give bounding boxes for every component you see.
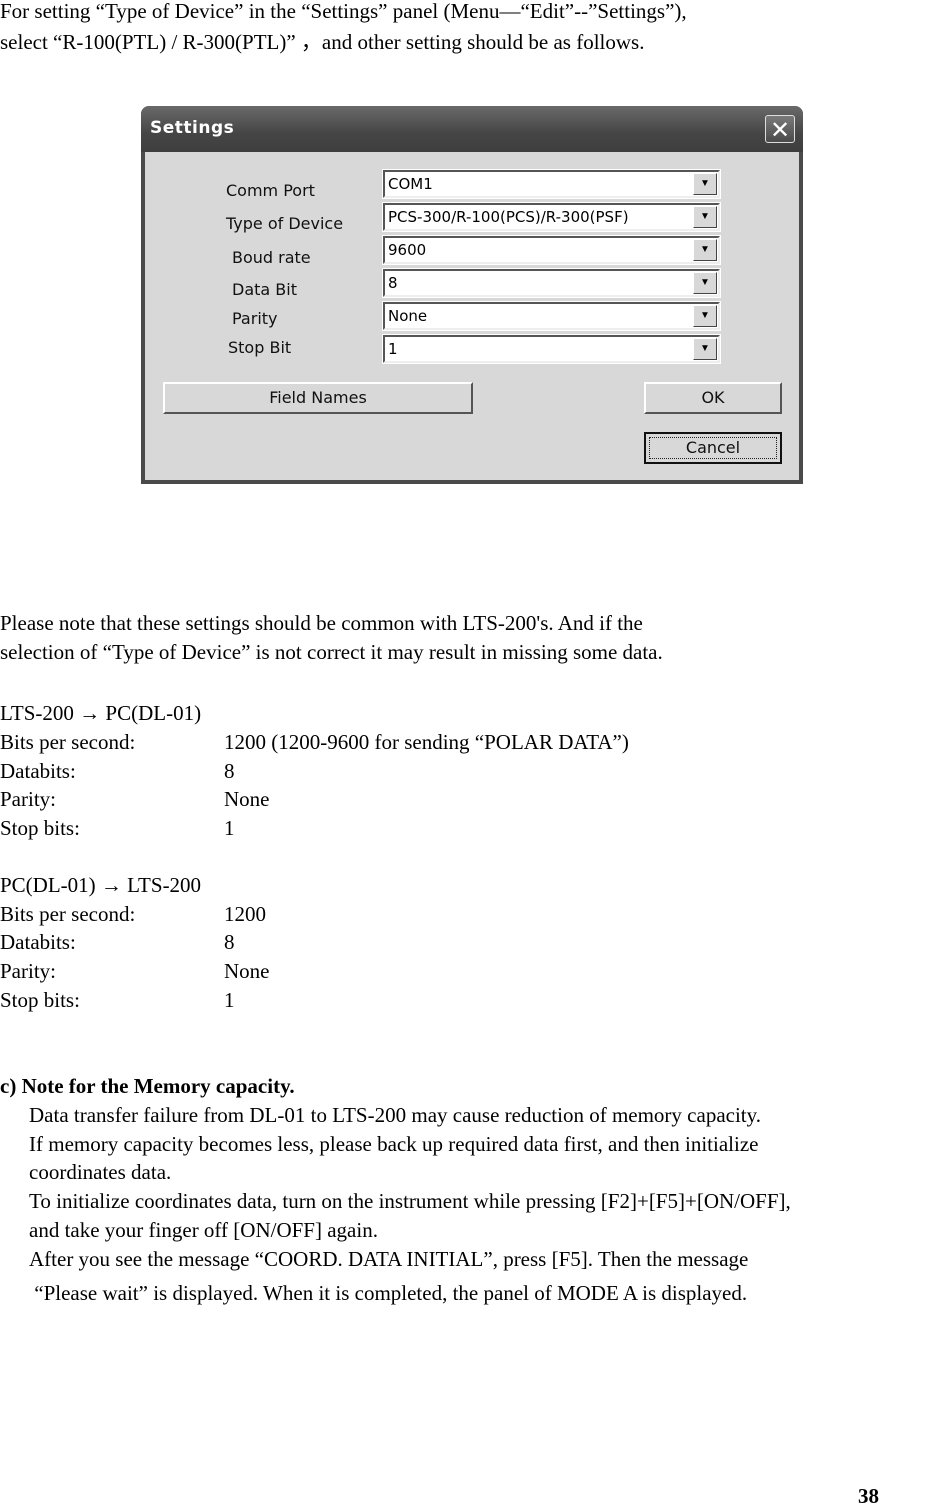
data-bit-select[interactable]: 8 ▼ bbox=[382, 268, 721, 298]
row-value: 8 bbox=[224, 930, 235, 954]
chevron-down-icon[interactable]: ▼ bbox=[693, 305, 717, 327]
memory-line: After you see the message “COORD. DATA I… bbox=[29, 1247, 749, 1271]
intro-line-2: select “R-100(PTL) / R-300(PTL)” ，and ot… bbox=[0, 30, 645, 54]
chevron-down-icon[interactable]: ▼ bbox=[693, 272, 717, 294]
field-names-button[interactable]: Field Names bbox=[163, 382, 473, 414]
row-value: None bbox=[224, 787, 270, 811]
section1-row: Bits per second: bbox=[0, 728, 135, 756]
device-type-label: Type of Device bbox=[226, 214, 344, 233]
row-label: Databits: bbox=[0, 930, 76, 954]
dialog-title: Settings bbox=[150, 118, 235, 138]
baud-rate-label: Boud rate bbox=[232, 248, 311, 267]
chevron-down-icon[interactable]: ▼ bbox=[693, 206, 717, 228]
memory-line: To initialize coordinates data, turn on … bbox=[29, 1189, 791, 1213]
row-label: Parity: bbox=[0, 787, 56, 811]
stop-bit-label: Stop Bit bbox=[228, 338, 292, 357]
dialog-titlebar[interactable]: Settings ✕ bbox=[141, 106, 803, 152]
focus-rectangle bbox=[649, 437, 777, 459]
memory-line: Data transfer failure from DL-01 to LTS-… bbox=[29, 1103, 762, 1127]
close-icon: ✕ bbox=[769, 116, 791, 144]
comm-port-label: Comm Port bbox=[226, 181, 315, 200]
section2-heading: PC(DL-01) → LTS-200 bbox=[0, 873, 202, 897]
chevron-down-icon[interactable]: ▼ bbox=[693, 173, 717, 195]
row-value: 1 bbox=[224, 988, 235, 1012]
baud-rate-value: 9600 bbox=[388, 241, 427, 259]
row-value: 1200 bbox=[224, 902, 266, 926]
memory-line: If memory capacity becomes less, please … bbox=[29, 1132, 759, 1156]
note-line-2: selection of “Type of Device” is not cor… bbox=[0, 640, 663, 664]
settings-dialog: Settings ✕ Comm Port COM1 ▼ Type of Devi… bbox=[141, 106, 803, 484]
parity-label: Parity bbox=[232, 309, 278, 328]
device-type-select[interactable]: PCS-300/R-100(PCS)/R-300(PSF) ▼ bbox=[382, 202, 721, 232]
page-number: 38 bbox=[858, 1484, 879, 1508]
section1-heading: LTS-200 → PC(DL-01) bbox=[0, 701, 202, 725]
comm-port-value: COM1 bbox=[388, 175, 433, 193]
memory-line: “Please wait” is displayed. When it is c… bbox=[29, 1281, 748, 1305]
row-value: 1 bbox=[224, 816, 235, 840]
close-button[interactable]: ✕ bbox=[765, 115, 795, 144]
data-bit-value: 8 bbox=[388, 274, 398, 292]
row-label: Stop bits: bbox=[0, 988, 80, 1012]
memory-line: coordinates data. bbox=[29, 1160, 172, 1184]
stop-bit-select[interactable]: 1 ▼ bbox=[382, 334, 721, 364]
row-label: Bits per second: bbox=[0, 730, 136, 754]
chevron-down-icon[interactable]: ▼ bbox=[693, 239, 717, 261]
parity-select[interactable]: None ▼ bbox=[382, 301, 721, 331]
note-line-1: Please note that these settings should b… bbox=[0, 611, 643, 635]
row-value: None bbox=[224, 959, 270, 983]
section1-row-value: 1200 (1200-9600 for sending “POLAR DATA”… bbox=[224, 730, 629, 754]
dialog-body: Comm Port COM1 ▼ Type of Device PCS-300/… bbox=[145, 152, 799, 480]
parity-value: None bbox=[388, 307, 428, 325]
memory-line: and take your finger off [ON/OFF] again. bbox=[29, 1218, 378, 1242]
comm-port-select[interactable]: COM1 ▼ bbox=[382, 169, 721, 199]
cancel-button[interactable]: Cancel bbox=[644, 432, 782, 464]
row-label: Bits per second: bbox=[0, 902, 136, 926]
baud-rate-select[interactable]: 9600 ▼ bbox=[382, 235, 721, 265]
row-value: 8 bbox=[224, 759, 235, 783]
row-label: Databits: bbox=[0, 759, 76, 783]
data-bit-label: Data Bit bbox=[232, 280, 297, 299]
stop-bit-value: 1 bbox=[388, 340, 398, 358]
row-label: Parity: bbox=[0, 959, 56, 983]
device-type-value: PCS-300/R-100(PCS)/R-300(PSF) bbox=[388, 208, 629, 226]
memory-heading: c) Note for the Memory capacity. bbox=[0, 1074, 295, 1098]
chevron-down-icon[interactable]: ▼ bbox=[693, 338, 717, 360]
ok-button[interactable]: OK bbox=[644, 382, 782, 414]
row-label: Stop bits: bbox=[0, 816, 80, 840]
intro-line-1: For setting “Type of Device” in the “Set… bbox=[0, 0, 687, 23]
